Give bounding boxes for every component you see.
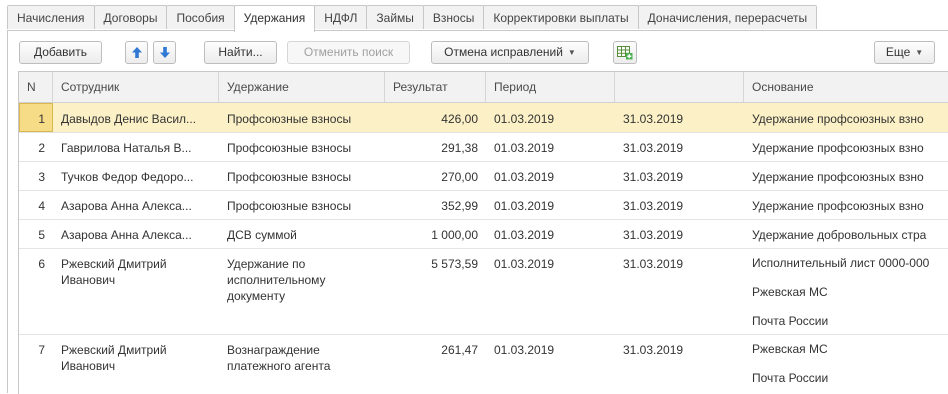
tab-benefits[interactable]: Пособия (166, 5, 235, 29)
employee-cell[interactable]: Давыдов Денис Васил... (61, 103, 213, 127)
row-number: 6 (38, 257, 45, 271)
deduction-cell[interactable]: Профсоюзные взносы (227, 103, 382, 127)
tab-divider (7, 30, 948, 31)
period-start-cell[interactable]: 01.03.2019 (494, 161, 612, 185)
basis-cell[interactable]: Удержание добровольных стра (752, 219, 948, 243)
employee-cell[interactable]: Азарова Анна Алекса... (61, 190, 213, 214)
employee-cell[interactable]: Тучков Федор Федоро... (61, 161, 213, 185)
period-start-cell[interactable]: 01.03.2019 (494, 132, 612, 156)
add-button[interactable]: Добавить (19, 41, 102, 64)
table-header: N Сотрудник Удержание Результат Период О… (19, 72, 948, 103)
chevron-down-icon: ▼ (567, 48, 576, 57)
table-row[interactable]: 3 Тучков Федор Федоро... Профсоюзные взн… (19, 161, 948, 191)
cancel-corrections-button[interactable]: Отмена исправлений ▼ (431, 41, 589, 64)
deduction-cell[interactable]: Профсоюзные взносы (227, 190, 382, 214)
tab-loans[interactable]: Займы (366, 5, 424, 29)
result-cell[interactable]: 291,38 (385, 132, 478, 156)
basis-cell[interactable]: Исполнительный лист 0000-000 (752, 256, 929, 270)
period-end-cell[interactable]: 31.03.2019 (623, 190, 741, 214)
deduction-cell[interactable]: Удержание по исполнительному документу (227, 248, 347, 304)
move-up-button[interactable] (125, 41, 148, 64)
chevron-down-icon: ▼ (915, 48, 924, 57)
employee-cell[interactable]: Азарова Анна Алекса... (61, 219, 213, 243)
col-header-basis[interactable]: Основание (744, 72, 948, 102)
period-start-cell[interactable]: 01.03.2019 (494, 248, 612, 272)
tab-contributions[interactable]: Взносы (422, 5, 485, 29)
more-label: Еще (885, 45, 911, 59)
row-number: 7 (38, 343, 45, 357)
col-header-employee[interactable]: Сотрудник (53, 72, 219, 102)
find-button[interactable]: Найти... (204, 41, 277, 64)
add-to-table-button[interactable] (613, 41, 637, 64)
deduction-cell[interactable]: Профсоюзные взносы (227, 132, 382, 156)
panel-border (7, 30, 8, 393)
tab-deductions[interactable]: Удержания (233, 5, 316, 32)
row-number: 4 (38, 199, 45, 213)
tab-ndfl[interactable]: НДФЛ (314, 5, 368, 29)
table-row[interactable]: 7 Ржевский Дмитрий Иванович Вознагражден… (19, 334, 948, 394)
tab-accruals[interactable]: Начисления (7, 5, 95, 29)
period-end-cell[interactable]: 31.03.2019 (623, 248, 741, 272)
period-start-cell[interactable]: 01.03.2019 (494, 219, 612, 243)
col-header-period-end[interactable] (615, 72, 744, 102)
period-end-cell[interactable]: 31.03.2019 (623, 132, 741, 156)
tab-recalculations[interactable]: Доначисления, перерасчеты (637, 5, 818, 29)
basis-cell[interactable]: Удержание профсоюзных взно (752, 161, 948, 185)
basis-cell[interactable]: Удержание профсоюзных взно (752, 132, 948, 156)
move-down-button[interactable] (153, 41, 176, 64)
basis-cell[interactable]: Удержание профсоюзных взно (752, 103, 948, 127)
col-header-period[interactable]: Период (486, 72, 615, 102)
deduction-cell[interactable]: Профсоюзные взносы (227, 161, 382, 185)
period-end-cell[interactable]: 31.03.2019 (623, 334, 741, 358)
row-number: 1 (38, 112, 45, 126)
cancel-search-button[interactable]: Отменить поиск (287, 41, 410, 64)
result-cell[interactable]: 5 573,59 (385, 248, 478, 272)
basis-cell[interactable]: Ржевская МС (752, 342, 828, 356)
result-cell[interactable]: 1 000,00 (385, 219, 478, 243)
period-end-cell[interactable]: 31.03.2019 (623, 103, 741, 127)
result-cell[interactable]: 261,47 (385, 334, 478, 358)
period-start-cell[interactable]: 01.03.2019 (494, 334, 612, 358)
table-row[interactable]: 2 Гаврилова Наталья В... Профсоюзные взн… (19, 132, 948, 162)
basis-cell-delivery[interactable]: Почта России (752, 314, 828, 328)
employee-cell[interactable]: Ржевский Дмитрий Иванович (61, 248, 201, 288)
table-row[interactable]: 1 Давыдов Денис Васил... Профсоюзные взн… (19, 103, 948, 133)
deduction-cell[interactable]: ДСВ суммой (227, 219, 382, 243)
col-header-result[interactable]: Результат (385, 72, 486, 102)
col-header-deduction[interactable]: Удержание (219, 72, 385, 102)
basis-cell[interactable]: Удержание профсоюзных взно (752, 190, 948, 214)
table-add-icon (617, 46, 633, 60)
row-number: 3 (38, 170, 45, 184)
arrow-up-icon (131, 47, 142, 58)
tab-contracts[interactable]: Договоры (93, 5, 168, 29)
employee-cell[interactable]: Ржевский Дмитрий Иванович (61, 334, 201, 374)
period-start-cell[interactable]: 01.03.2019 (494, 103, 612, 127)
table-row[interactable]: 6 Ржевский Дмитрий Иванович Удержание по… (19, 248, 948, 335)
deductions-table[interactable]: N Сотрудник Удержание Результат Период О… (18, 71, 948, 394)
period-start-cell[interactable]: 01.03.2019 (494, 190, 612, 214)
more-button[interactable]: Еще ▼ (874, 41, 935, 64)
table-row[interactable]: 5 Азарова Анна Алекса... ДСВ суммой 1 00… (19, 219, 948, 249)
result-cell[interactable]: 352,99 (385, 190, 478, 214)
employee-cell[interactable]: Гаврилова Наталья В... (61, 132, 213, 156)
arrow-down-icon (159, 47, 170, 58)
cancel-corrections-label: Отмена исправлений (444, 45, 563, 59)
table-row[interactable]: 4 Азарова Анна Алекса... Профсоюзные взн… (19, 190, 948, 220)
col-header-n[interactable]: N (19, 72, 53, 102)
period-end-cell[interactable]: 31.03.2019 (623, 219, 741, 243)
tab-payment-corrections[interactable]: Корректировки выплаты (483, 5, 639, 29)
row-number: 5 (38, 228, 45, 242)
row-number: 2 (38, 141, 45, 155)
basis-cell-delivery[interactable]: Почта России (752, 371, 828, 385)
tab-bar: Начисления Договоры Пособия Удержания НД… (7, 5, 818, 32)
result-cell[interactable]: 426,00 (385, 103, 478, 127)
result-cell[interactable]: 270,00 (385, 161, 478, 185)
basis-cell-recipient[interactable]: Ржевская МС (752, 285, 828, 299)
deduction-cell[interactable]: Вознаграждение платежного агента (227, 334, 357, 374)
period-end-cell[interactable]: 31.03.2019 (623, 161, 741, 185)
